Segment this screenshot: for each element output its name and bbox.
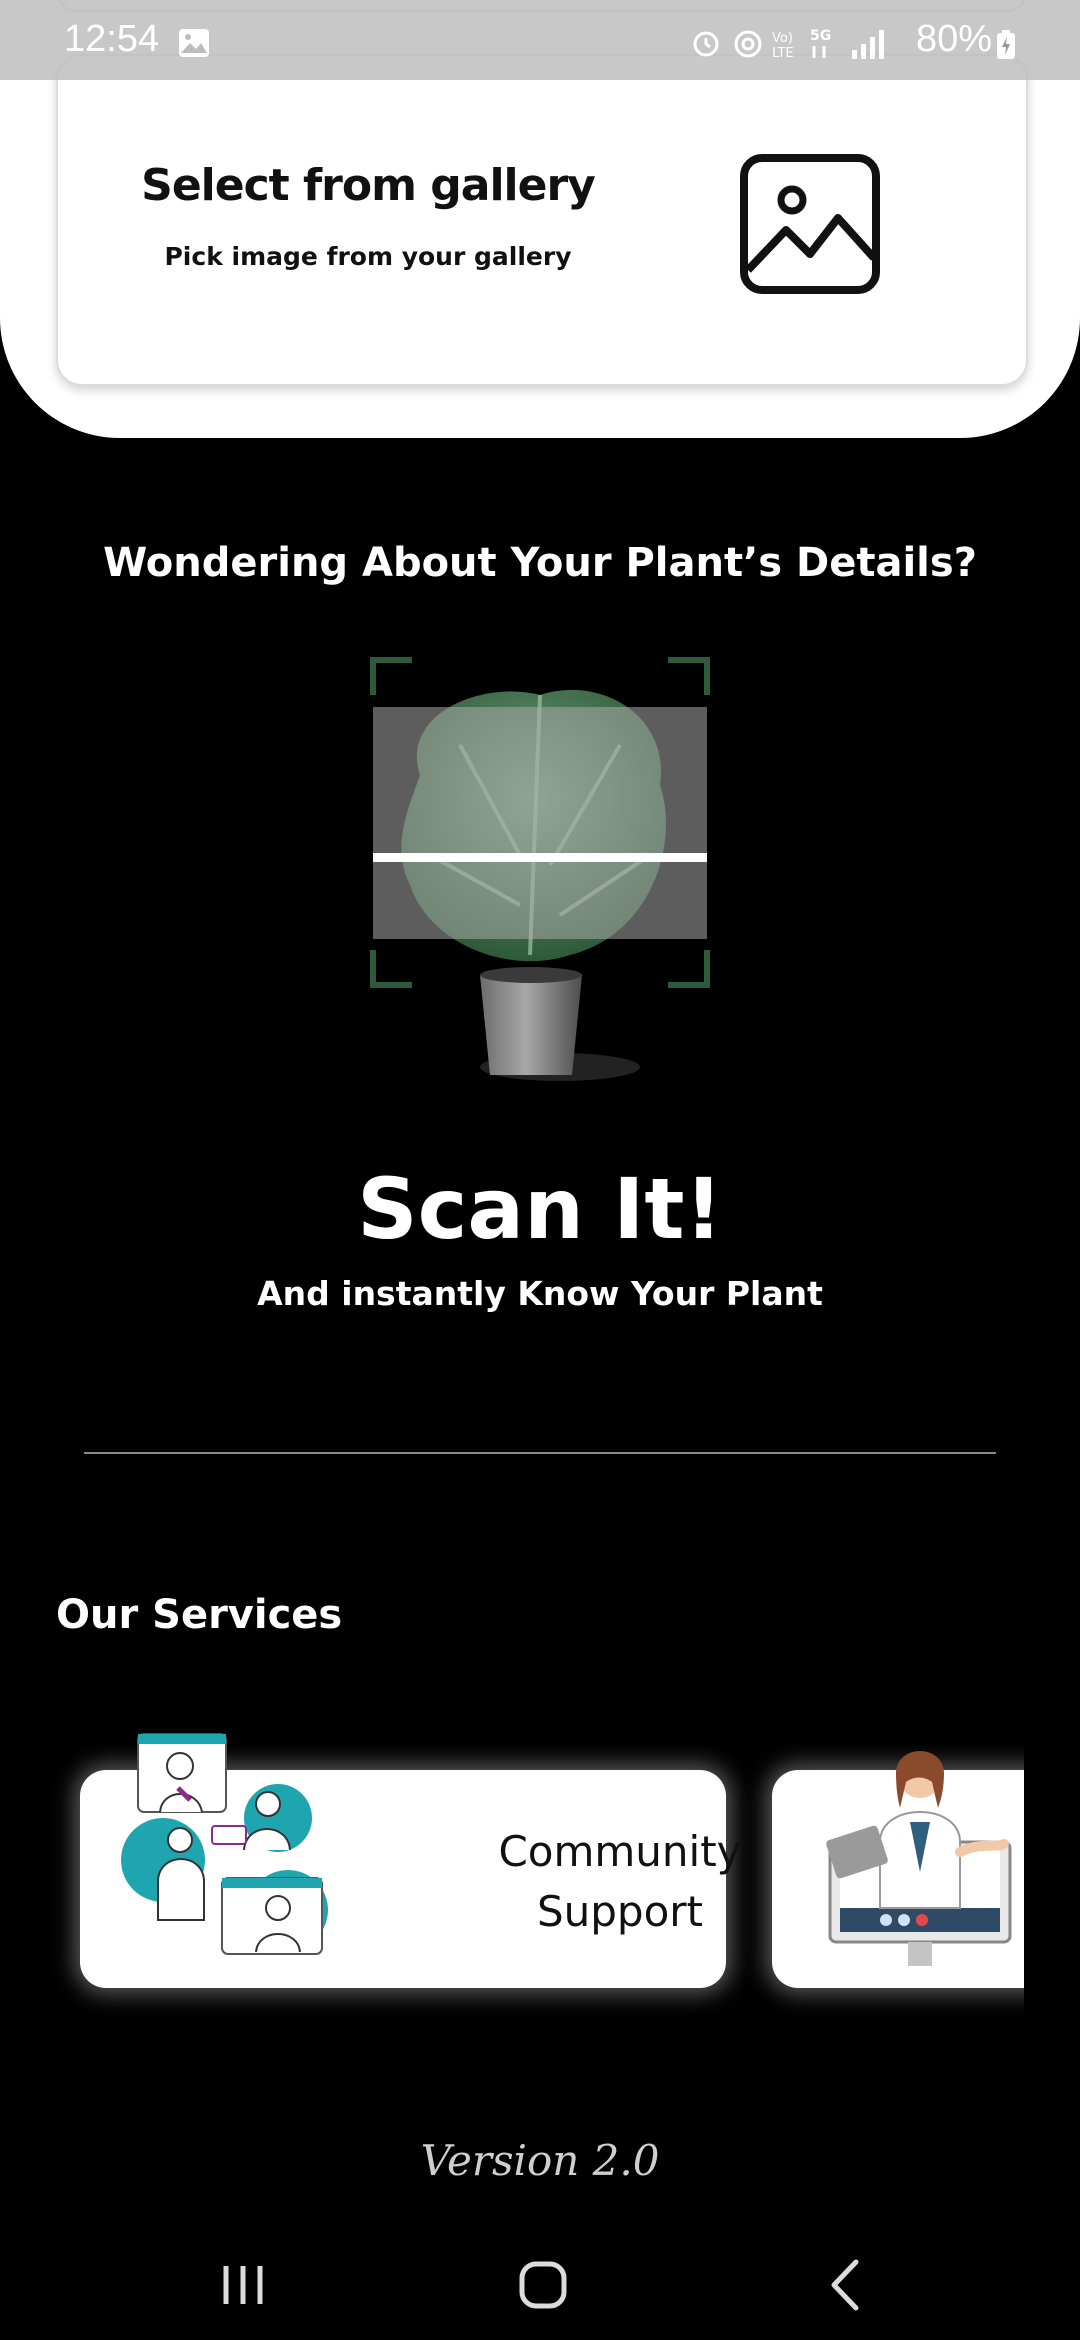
svg-text:5G: 5G [810, 28, 831, 44]
community-illustration-icon [121, 1733, 328, 1955]
gallery-card-subtitle: Pick image from your gallery [164, 242, 572, 271]
svg-text:LTE: LTE [772, 46, 794, 60]
system-navigation-bar [0, 2230, 1080, 2340]
app-version-label: Version 2.0 [420, 2136, 660, 2185]
plant-scan-button[interactable] [370, 655, 710, 1095]
scan-overlay [373, 707, 707, 939]
back-icon[interactable] [812, 2250, 882, 2320]
community-label-line2: Support [536, 1887, 704, 1936]
svg-text:Vo): Vo) [772, 31, 793, 46]
services-section-title: Our Services [56, 1592, 343, 1638]
gallery-card-title: Select from gallery [141, 160, 596, 211]
status-bar: 12:54 Vo) LTE 5G 80% [0, 0, 1080, 80]
gallery-notification-icon [179, 29, 209, 57]
plant-details-question: Wondering About Your Plant’s Details? [103, 540, 977, 586]
image-icon [740, 154, 880, 294]
scan-it-subtitle: And instantly Know Your Plant [257, 1274, 823, 1313]
app-screen: Select from gallery Pick image from your… [0, 0, 1080, 2340]
home-icon[interactable] [508, 2250, 578, 2320]
status-indicator-icons: Vo) LTE 5G [693, 28, 884, 60]
scan-it-title: Scan It! [357, 1160, 723, 1258]
scan-line [373, 853, 707, 862]
section-divider [84, 1452, 996, 1454]
services-carousel[interactable]: Community Support [0, 1700, 1024, 2040]
battery-icon [997, 30, 1015, 59]
select-from-gallery-card[interactable]: Select from gallery Pick image from your… [56, 54, 1028, 386]
battery-percent: 80% [916, 18, 993, 60]
community-label-line1: Community [498, 1827, 742, 1876]
community-support-label: Community Support [470, 1822, 770, 1942]
recent-apps-icon[interactable] [208, 2250, 278, 2320]
status-time: 12:54 [64, 18, 160, 60]
doctor-illustration-icon [826, 1751, 1012, 1966]
